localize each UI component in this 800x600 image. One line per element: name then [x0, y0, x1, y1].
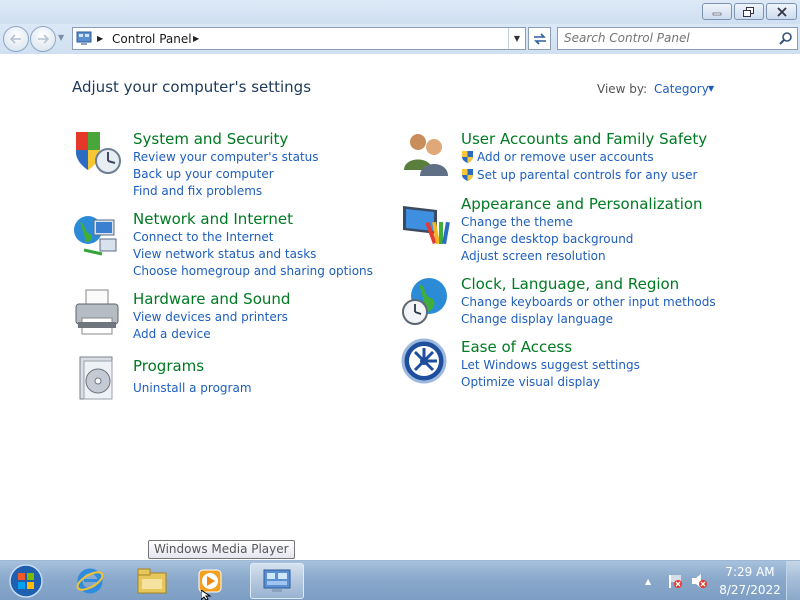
link-optimize-visual-display[interactable]: Optimize visual display — [461, 375, 600, 389]
category-title[interactable]: Appearance and Personalization — [461, 195, 703, 213]
recent-pages-dropdown[interactable]: ▼ — [58, 33, 68, 43]
link-screen-resolution[interactable]: Adjust screen resolution — [461, 249, 606, 263]
taskbar: ▲ 7:29 AM 8/27/2022 — [0, 560, 800, 600]
link-parental-controls[interactable]: Set up parental controls for any user — [477, 168, 697, 182]
internet-explorer-icon — [76, 568, 104, 594]
network-globe-icon[interactable] — [72, 212, 122, 262]
taskbar-tooltip: Windows Media Player — [148, 540, 295, 559]
category-title[interactable]: Clock, Language, and Region — [461, 275, 679, 293]
uac-shield-icon — [462, 151, 473, 163]
address-bar[interactable]: ▶ Control Panel ▶ ▼ — [72, 27, 526, 50]
link-connect-internet[interactable]: Connect to the Internet — [133, 230, 273, 244]
volume-muted-icon[interactable] — [690, 573, 708, 589]
security-shield-icon[interactable] — [72, 128, 122, 178]
link-review-status[interactable]: Review your computer's status — [133, 150, 319, 164]
restore-icon — [743, 6, 754, 17]
link-devices-printers[interactable]: View devices and printers — [133, 310, 288, 324]
breadcrumb-separator-icon[interactable]: ▶ — [97, 34, 103, 43]
link-add-device[interactable]: Add a device — [133, 327, 211, 341]
programs-disc-icon[interactable] — [72, 353, 122, 403]
category-title[interactable]: User Accounts and Family Safety — [461, 130, 707, 148]
taskbar-control-panel[interactable] — [250, 563, 304, 599]
show-desktop-button[interactable] — [786, 561, 800, 600]
folder-icon — [137, 568, 167, 594]
refresh-icon — [533, 32, 546, 45]
search-box[interactable] — [557, 27, 798, 50]
start-button[interactable] — [6, 563, 46, 599]
control-panel-icon — [263, 569, 291, 592]
clock-date[interactable]: 8/27/2022 — [719, 583, 781, 597]
link-homegroup-sharing[interactable]: Choose homegroup and sharing options — [133, 264, 373, 278]
search-icon[interactable] — [778, 31, 794, 47]
page-title: Adjust your computer's settings — [72, 78, 312, 96]
display-palette-icon[interactable] — [401, 200, 451, 250]
clock-time[interactable]: 7:29 AM — [724, 565, 776, 579]
show-hidden-icons-button[interactable]: ▲ — [645, 577, 651, 586]
close-button[interactable] — [766, 3, 797, 20]
link-network-status[interactable]: View network status and tasks — [133, 247, 316, 261]
window-title-bar[interactable] — [0, 0, 800, 24]
category-title[interactable]: Hardware and Sound — [133, 290, 290, 308]
forward-arrow-icon — [38, 34, 49, 44]
link-change-theme[interactable]: Change the theme — [461, 215, 573, 229]
link-uninstall-program[interactable]: Uninstall a program — [133, 381, 252, 395]
forward-button[interactable] — [30, 26, 56, 52]
link-add-remove-accounts[interactable]: Add or remove user accounts — [477, 150, 654, 164]
view-by-label: View by: — [597, 82, 648, 96]
minimize-icon — [712, 12, 722, 15]
view-by-dropdown[interactable]: Category — [654, 82, 709, 96]
printer-icon[interactable] — [72, 288, 122, 338]
link-back-up[interactable]: Back up your computer — [133, 167, 274, 181]
close-icon — [776, 6, 787, 17]
category-title[interactable]: Programs — [133, 357, 204, 375]
users-icon[interactable] — [401, 128, 451, 178]
back-arrow-icon — [10, 34, 21, 44]
control-panel-content: Adjust your computer's settings View by:… — [0, 54, 800, 560]
control-panel-icon — [76, 31, 92, 45]
chevron-down-icon[interactable]: ▼ — [708, 84, 714, 93]
action-center-flag-icon[interactable] — [667, 573, 683, 589]
minimize-button[interactable] — [702, 3, 732, 20]
link-desktop-background[interactable]: Change desktop background — [461, 232, 633, 246]
breadcrumb-control-panel[interactable]: Control Panel — [112, 32, 192, 46]
search-input[interactable] — [564, 31, 764, 45]
back-button[interactable] — [3, 26, 29, 52]
link-suggest-settings[interactable]: Let Windows suggest settings — [461, 358, 640, 372]
clock-globe-icon[interactable] — [401, 276, 451, 326]
ease-of-access-icon[interactable] — [401, 338, 451, 388]
address-history-dropdown[interactable]: ▼ — [508, 28, 525, 49]
category-title[interactable]: System and Security — [133, 130, 288, 148]
mouse-cursor-icon — [201, 590, 212, 600]
link-keyboards-input[interactable]: Change keyboards or other input methods — [461, 295, 716, 309]
uac-shield-icon — [462, 169, 473, 181]
taskbar-windows-explorer[interactable] — [130, 563, 174, 599]
navigation-bar: ▼ ▶ Control Panel ▶ ▼ — [0, 24, 800, 54]
taskbar-internet-explorer[interactable] — [68, 563, 112, 599]
link-find-fix-problems[interactable]: Find and fix problems — [133, 184, 262, 198]
category-title[interactable]: Network and Internet — [133, 210, 293, 228]
refresh-button[interactable] — [528, 27, 551, 50]
restore-button[interactable] — [734, 3, 764, 20]
link-display-language[interactable]: Change display language — [461, 312, 613, 326]
breadcrumb-separator-icon[interactable]: ▶ — [193, 34, 199, 43]
category-title[interactable]: Ease of Access — [461, 338, 572, 356]
